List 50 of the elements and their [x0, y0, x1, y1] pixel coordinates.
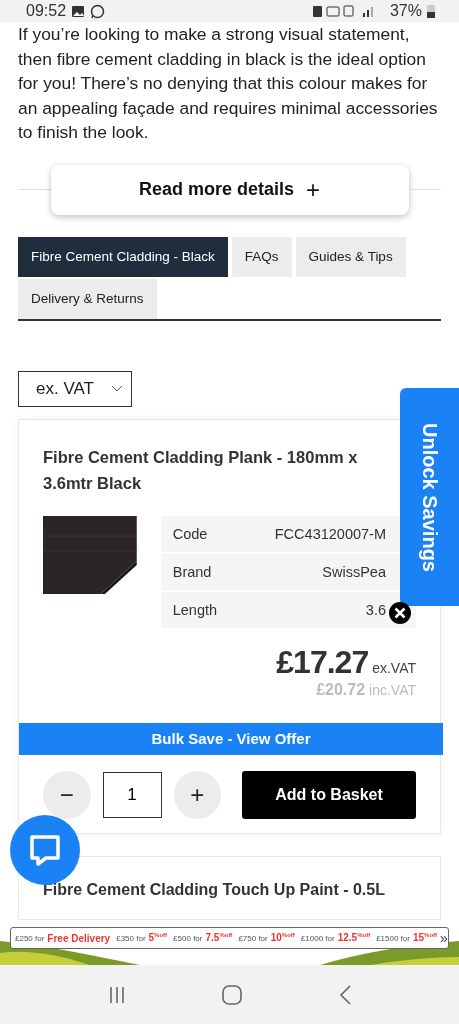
promo-threshold: £750 for [238, 933, 268, 943]
add-to-basket-button[interactable]: Add to Basket [242, 770, 416, 819]
chat-bubble-icon [28, 834, 62, 866]
battery-icon [427, 4, 435, 18]
home-icon[interactable] [222, 984, 243, 1005]
promo-threshold: £250 for [15, 933, 45, 943]
spec-value: 3.6 [365, 601, 386, 618]
tab[interactable]: Delivery & Returns [18, 278, 157, 319]
close-icon[interactable] [389, 602, 411, 624]
promo-reward: 15$^{%off}$ [412, 932, 438, 944]
spec-value: SwissPea [322, 563, 386, 580]
battery-percentage: 37% [389, 2, 422, 20]
product-title: Fibre Cement Cladding Touch Up Paint - 0.5L [43, 880, 386, 899]
promo-threshold: £1500 for [376, 933, 410, 943]
price: £17.27 [276, 643, 369, 681]
unlock-savings-tab[interactable]: Unlock Savings [400, 388, 459, 606]
bulk-save-button[interactable]: Bulk Save - View Offer [19, 722, 443, 755]
status-time: 09:52 [26, 2, 67, 20]
chat-bubble-icon [90, 3, 106, 19]
price-inc-suffix: inc.VAT [369, 681, 416, 698]
promo-threshold: £500 for [173, 933, 203, 943]
promo-reward: 5$^{%off}$ [148, 932, 168, 944]
price-inc-vat: £20.72 [316, 680, 366, 699]
spec-label: Length [172, 601, 218, 618]
quantity-field[interactable]: 1 [102, 771, 162, 818]
spec-value: FCC43120007-M [274, 525, 386, 542]
tab[interactable]: FAQs [231, 236, 292, 277]
read-more-button[interactable]: Read more details + [50, 164, 409, 215]
promo-banner[interactable]: £250 for Free Delivery £350 for 5$^{%off}$ £500 for 7.5$^{%off}$ £750 for 10$^{%off}$ £1000 for 12.5$^{%off}$ £1500 for 15$^{%off}$ » [10, 927, 449, 949]
recent-apps-icon[interactable] [108, 985, 127, 1004]
product-title: Fibre Cement Cladding Plank - 180mm x 3.6mtr Black [43, 446, 359, 494]
price-suffix: ex.VAT [372, 659, 416, 676]
chevron-down-icon [111, 384, 123, 393]
increase-button[interactable]: + [173, 770, 222, 819]
tab[interactable]: Fibre Cement Cladding - Black [18, 236, 228, 277]
promo-reward: 12.5$^{%off}$ [337, 932, 371, 944]
spec-label: Brand [172, 563, 212, 580]
decrease-button[interactable]: − [43, 770, 91, 819]
more-arrow[interactable]: » [440, 930, 448, 946]
gallery-icon [71, 4, 86, 18]
tab[interactable]: Guides & Tips [295, 236, 406, 277]
promo-reward: Free Delivery [47, 932, 111, 944]
intro-paragraph: If you’re looking to make a strong visual statement, then fibre cement cladding in black is the ideal option for you! There’s no denying that this colour makes for an appealing façade and requires minimal accessories to finish the look. [17, 23, 439, 144]
vat-select[interactable]: ex. VAT [18, 370, 132, 407]
back-icon[interactable] [338, 984, 351, 1005]
promo-threshold: £350 for [116, 933, 146, 943]
spec-label: Code [172, 525, 208, 542]
promo-reward: 7.5$^{%off}$ [205, 932, 233, 944]
promo-threshold: £1000 for [300, 933, 335, 943]
promo-reward: 10$^{%off}$ [270, 932, 295, 944]
